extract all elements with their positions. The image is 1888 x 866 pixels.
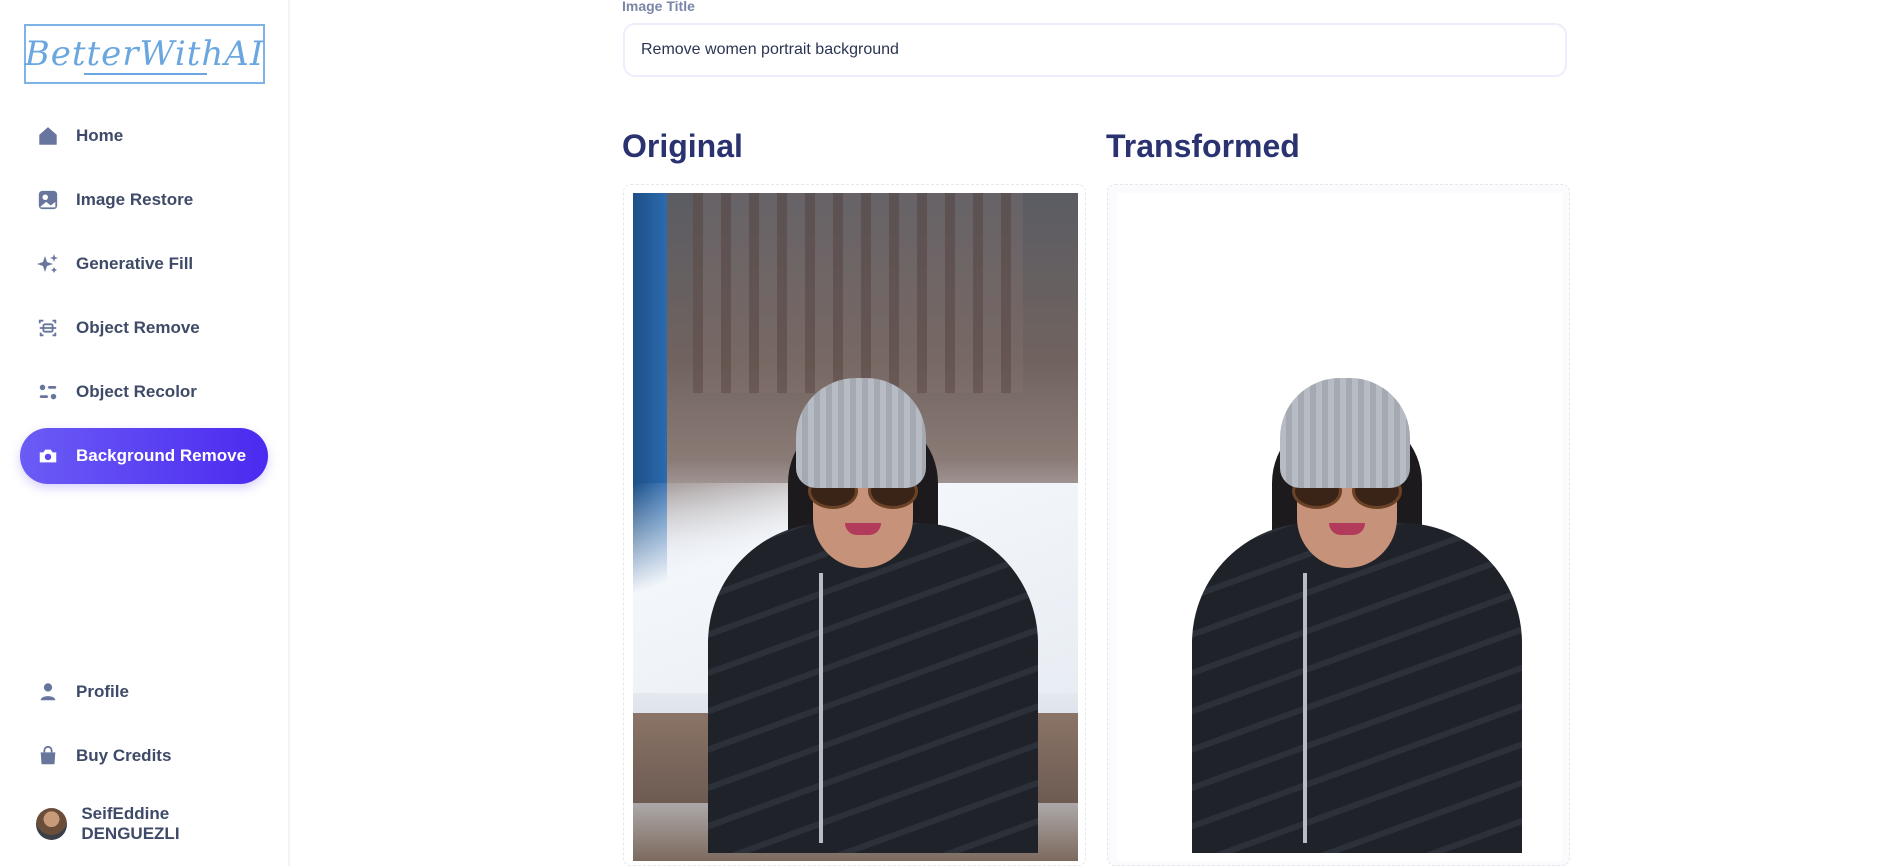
image-title-input[interactable] (623, 23, 1567, 77)
nav-item-object-remove[interactable]: Object Remove (20, 300, 268, 356)
nav-item-background-remove[interactable]: Background Remove (20, 428, 268, 484)
transformed-image-panel (1107, 184, 1570, 866)
nav-label: Image Restore (76, 190, 194, 209)
filter-icon (36, 380, 60, 404)
photo-trees (693, 193, 1023, 393)
scan-icon (36, 316, 60, 340)
avatar (36, 808, 68, 840)
nav-label: Home (76, 126, 124, 145)
nav-item-home[interactable]: Home (20, 108, 268, 164)
logo-underline (84, 73, 207, 75)
image-icon (36, 188, 60, 212)
user-name: SeifEddine DENGUEZLI (81, 804, 180, 843)
bag-icon (36, 744, 60, 768)
nav-label: Generative Fill (76, 254, 194, 273)
transformed-heading: Transformed (1106, 128, 1300, 164)
nav-label: Object Remove (76, 318, 200, 337)
nav-item-buy-credits[interactable]: Buy Credits (20, 728, 268, 784)
nav-label: Background Remove (76, 446, 247, 465)
sparkles-icon (36, 252, 60, 276)
home-icon (36, 124, 60, 148)
user-icon (36, 680, 60, 704)
original-heading: Original (622, 128, 743, 164)
nav-item-object-recolor[interactable]: Object Recolor (20, 364, 268, 420)
camera-icon (36, 444, 60, 468)
nav-label: Object Recolor (76, 382, 197, 401)
nav-item-profile[interactable]: Profile (20, 664, 268, 720)
original-image (633, 193, 1078, 861)
nav-label: Buy Credits (76, 746, 172, 765)
original-image-panel (623, 184, 1086, 866)
app-logo[interactable]: BetterWithAI (24, 24, 265, 84)
transformed-image (1117, 193, 1562, 861)
logo-text: BetterWithAI (24, 34, 265, 74)
sidebar: BetterWithAI Home Image Restore Generati… (0, 0, 290, 866)
nav-item-generative-fill[interactable]: Generative Fill (20, 236, 268, 292)
image-title-label: Image Title (622, 0, 695, 14)
nav-label: Profile (76, 682, 129, 701)
user-menu[interactable]: SeifEddine DENGUEZLI (20, 796, 268, 852)
nav-item-image-restore[interactable]: Image Restore (20, 172, 268, 228)
